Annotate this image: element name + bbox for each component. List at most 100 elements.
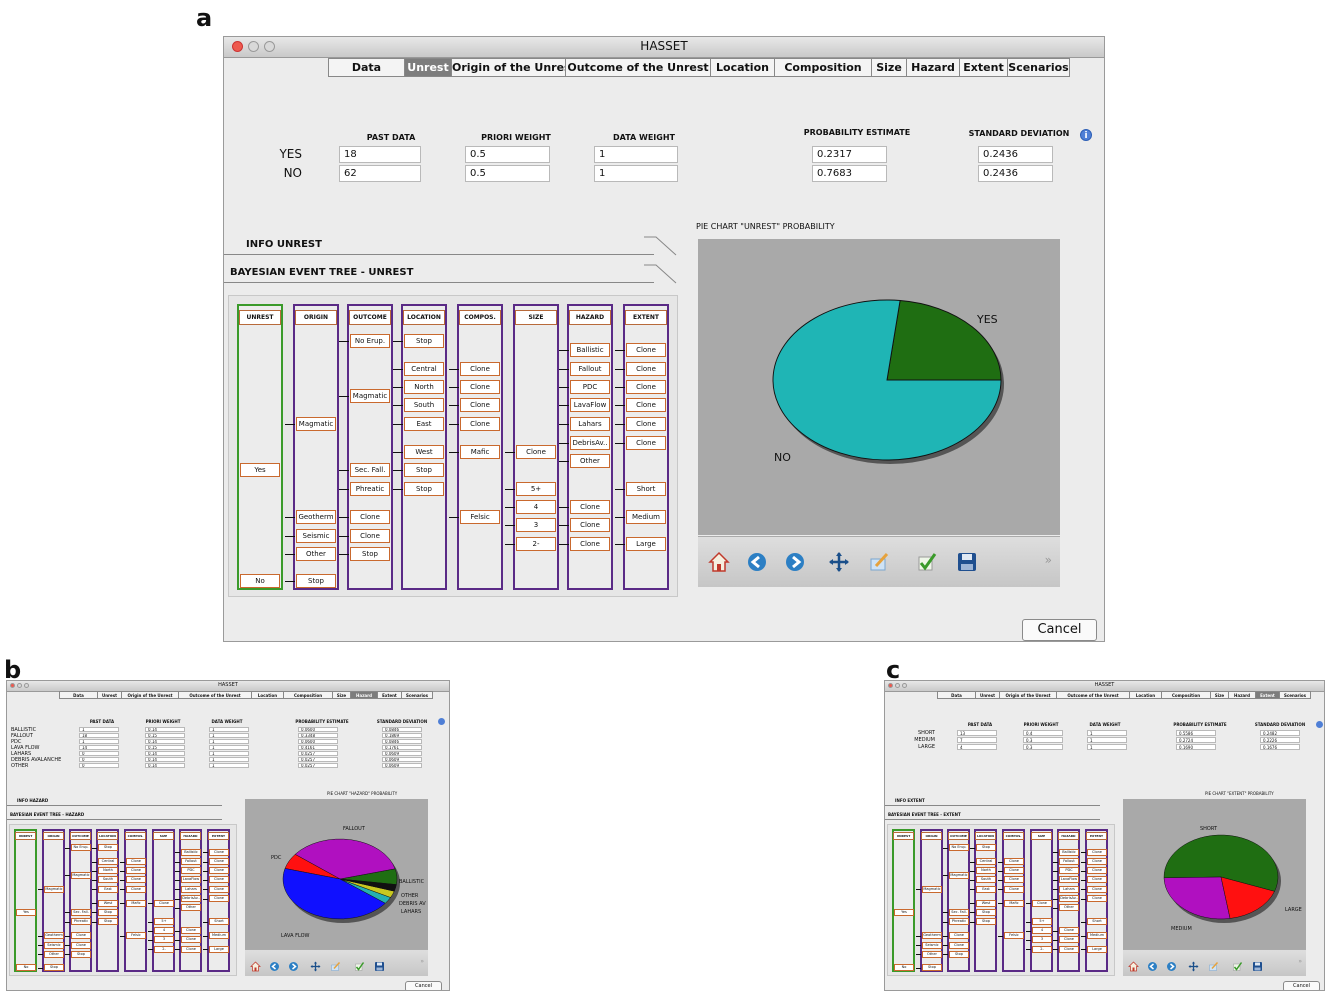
field-past-ballistic[interactable]: 1	[79, 727, 119, 732]
tree-node-size-2[interactable]: 2-	[516, 537, 556, 551]
tab-outcome-of-the-unrest[interactable]: Outcome of the Unrest	[566, 58, 711, 77]
tree-node-extent-clone[interactable]: Clone	[1087, 858, 1107, 865]
tree-node-size-5[interactable]: 5+	[1032, 918, 1052, 925]
overflow-chevron-icon[interactable]: »	[420, 958, 424, 965]
field-priori-ballistic[interactable]: 0.14	[145, 727, 185, 732]
tree-node-hazard-debrisav[interactable]: DebrisAv..	[570, 436, 610, 450]
info-bar[interactable]: INFO HAZARD	[7, 798, 222, 806]
field-dataw-fallout[interactable]: 1	[209, 733, 249, 738]
tree-node-origin-other[interactable]: Other	[922, 951, 942, 958]
tab-hazard[interactable]: Hazard	[351, 691, 378, 699]
tree-node-location-stop[interactable]: Stop	[976, 909, 996, 916]
tree-node-location-south[interactable]: South	[976, 876, 996, 883]
tree-node-extent-clone[interactable]: Clone	[1087, 867, 1107, 874]
back-arrow-icon[interactable]	[269, 957, 280, 971]
tree-node-hazard-clone[interactable]: Clone	[181, 936, 201, 943]
tree-node-location-stop[interactable]: Stop	[98, 909, 118, 916]
tree-node-location-central[interactable]: Central	[404, 362, 444, 376]
tree-node-origin-other[interactable]: Other	[296, 547, 336, 561]
forward-arrow-icon[interactable]	[1166, 957, 1177, 971]
tab-data[interactable]: Data	[328, 58, 405, 77]
tree-node-location-stop[interactable]: Stop	[976, 918, 996, 925]
field-priori-other[interactable]: 0.14	[145, 763, 185, 768]
tree-node-unrest-yes[interactable]: Yes	[894, 909, 914, 916]
tree-node-origin-stop[interactable]: Stop	[44, 964, 64, 971]
tree-node-location-north[interactable]: North	[976, 867, 996, 874]
tree-node-outcome-stop[interactable]: Stop	[350, 547, 390, 561]
field-prob-pdc[interactable]: 0.0600	[298, 739, 338, 744]
tree-node-hazard-clone[interactable]: Clone	[570, 518, 610, 532]
field-priori-large[interactable]: 0.3	[1023, 744, 1063, 750]
tree-node-compos-clone[interactable]: Clone	[126, 886, 146, 893]
tab-data[interactable]: Data	[59, 691, 98, 699]
tree-node-unrest-yes[interactable]: Yes	[240, 463, 280, 477]
pan-icon[interactable]	[310, 957, 321, 972]
tree-node-outcome-no-erup[interactable]: No Erup.	[350, 334, 390, 348]
check-icon[interactable]	[354, 957, 365, 971]
tree-node-hazard-lavaflow[interactable]: LavaFlow	[181, 876, 201, 883]
field-std-other[interactable]: 0.0609	[382, 763, 422, 768]
tree-node-location-stop[interactable]: Stop	[404, 334, 444, 348]
tree-node-extent-clone[interactable]: Clone	[1087, 886, 1107, 893]
tree-node-hazard-lavaflow[interactable]: LavaFlow	[570, 398, 610, 412]
field-prob-no[interactable]: 0.7683	[812, 165, 887, 182]
field-prob-yes[interactable]: 0.2317	[812, 146, 887, 163]
tree-node-extent-clone[interactable]: Clone	[209, 858, 229, 865]
tree-node-outcome-sec-fall[interactable]: Sec. Fall.	[949, 909, 969, 916]
tab-extent[interactable]: Extent	[1256, 691, 1280, 699]
tree-node-location-north[interactable]: North	[98, 867, 118, 874]
info-unrest-bar[interactable]: INFO UNREST	[224, 239, 654, 255]
info-icon[interactable]	[1316, 721, 1323, 728]
tab-extent[interactable]: Extent	[960, 58, 1008, 77]
tree-node-compos-clone[interactable]: Clone	[460, 398, 500, 412]
tree-node-compos-clone[interactable]: Clone	[460, 362, 500, 376]
tree-node-hazard-clone[interactable]: Clone	[570, 537, 610, 551]
tree-node-origin-magmatic[interactable]: Magmatic	[44, 886, 64, 893]
tree-node-hazard-fallout[interactable]: Fallout	[570, 362, 610, 376]
tree-node-hazard-clone[interactable]: Clone	[181, 946, 201, 953]
info-icon[interactable]	[438, 718, 445, 725]
field-past-yes[interactable]: 18	[339, 146, 421, 163]
field-priori-no[interactable]: 0.5	[465, 165, 550, 182]
field-std-short[interactable]: 0.2482	[1260, 730, 1300, 736]
tree-node-unrest-no[interactable]: No	[894, 964, 914, 971]
field-prob-debris-avalanche[interactable]: 0.0257	[298, 757, 338, 762]
tab-unrest[interactable]: Unrest	[98, 691, 122, 699]
tree-node-outcome-phreatic[interactable]: Phreatic	[949, 918, 969, 925]
field-std-pdc[interactable]: 0.0846	[382, 739, 422, 744]
field-prob-short[interactable]: 0.5586	[1176, 730, 1216, 736]
tab-scenarios[interactable]: Scenarios	[402, 691, 433, 699]
tree-node-size-4[interactable]: 4	[154, 927, 174, 934]
tree-node-extent-clone[interactable]: Clone	[209, 849, 229, 856]
tree-node-size-3[interactable]: 3	[1032, 936, 1052, 943]
tree-node-outcome-phreatic[interactable]: Phreatic	[71, 918, 91, 925]
tree-node-extent-large[interactable]: Large	[626, 537, 666, 551]
tree-node-outcome-no-erup[interactable]: No Erup.	[71, 844, 91, 851]
field-dataw-yes[interactable]: 1	[594, 146, 678, 163]
tree-node-compos-clone[interactable]: Clone	[126, 867, 146, 874]
tree-node-origin-seismic[interactable]: Seismic	[296, 529, 336, 543]
tree-node-unrest-no[interactable]: No	[240, 574, 280, 588]
tab-composition[interactable]: Composition	[1162, 691, 1211, 699]
field-std-yes[interactable]: 0.2436	[978, 146, 1053, 163]
tree-node-origin-geotherm[interactable]: Geotherm	[44, 932, 64, 939]
save-icon[interactable]	[956, 551, 978, 573]
edit-icon[interactable]	[330, 957, 341, 971]
tree-node-hazard-lahars[interactable]: Lahars	[181, 886, 201, 893]
pan-icon[interactable]	[828, 551, 850, 573]
tree-node-size-3[interactable]: 3	[516, 518, 556, 532]
home-icon[interactable]	[1128, 957, 1139, 972]
tree-node-location-stop[interactable]: Stop	[404, 482, 444, 496]
tab-composition[interactable]: Composition	[284, 691, 333, 699]
tree-node-extent-clone[interactable]: Clone	[209, 867, 229, 874]
tree-node-extent-clone[interactable]: Clone	[209, 886, 229, 893]
tree-node-extent-medium[interactable]: Medium	[209, 932, 229, 939]
tree-node-size-2[interactable]: 2-	[154, 946, 174, 953]
tree-node-outcome-clone[interactable]: Clone	[350, 510, 390, 524]
tab-outcome-of-the-unrest[interactable]: Outcome of the Unrest	[1057, 691, 1130, 699]
tab-origin-of-the-unrest[interactable]: Origin of the Unrest	[1000, 691, 1057, 699]
field-std-medium[interactable]: 0.2226	[1260, 737, 1300, 743]
tree-node-unrest-no[interactable]: No	[16, 964, 36, 971]
field-dataw-pdc[interactable]: 1	[209, 739, 249, 744]
home-icon[interactable]	[708, 551, 730, 573]
